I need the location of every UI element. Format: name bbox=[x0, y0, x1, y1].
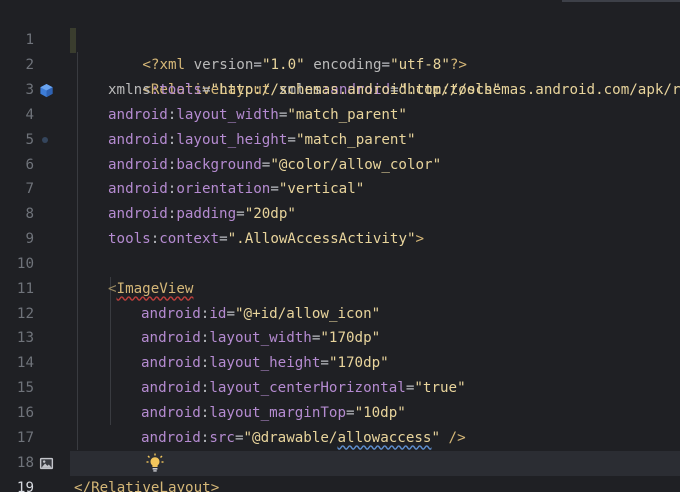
tag-close-bracket: > bbox=[210, 479, 220, 492]
code-line-6[interactable]: android:background="@color/allow_color" bbox=[70, 128, 680, 173]
code-line-17[interactable]: android:src="@drawable/allowaccess" /> bbox=[70, 401, 680, 446]
gutter-row[interactable]: 18 bbox=[0, 426, 70, 471]
gutter-row[interactable]: 15 bbox=[0, 351, 70, 396]
code-line-7[interactable]: android:orientation="vertical" bbox=[70, 152, 680, 197]
code-line-18[interactable] bbox=[70, 426, 680, 472]
code-line-3[interactable]: xmlns:tools="http://schemas.android.com/… bbox=[70, 53, 680, 98]
gutter-row[interactable]: 12 bbox=[0, 277, 70, 322]
gutter-row[interactable]: 16 bbox=[0, 376, 70, 421]
code-line-1[interactable]: <?xml version="1.0" encoding="utf-8"?> bbox=[70, 3, 680, 73]
component-cube-icon[interactable] bbox=[39, 33, 54, 97]
code-line-9[interactable]: tools:context=".AllowAccessActivity"> bbox=[70, 202, 680, 247]
gutter-row[interactable]: 5 bbox=[0, 103, 70, 148]
code-line-16[interactable]: android:layout_marginTop="10dp" bbox=[70, 376, 680, 421]
line-number-current: 19 bbox=[16, 479, 34, 492]
code-line-19[interactable]: </RelativeLayout> bbox=[70, 451, 680, 492]
code-text-area[interactable]: <?xml version="1.0" encoding="utf-8"?> <… bbox=[70, 0, 680, 492]
gutter-row[interactable]: 10 bbox=[0, 227, 70, 272]
code-line-8[interactable]: android:padding="20dp" bbox=[70, 177, 680, 222]
editor-gutter[interactable]: 1 2 3 4 5 6 7 8 9 10 11 12 13 14 15 16 1… bbox=[0, 0, 70, 492]
code-line-2[interactable]: <RelativeLayout xmlns:android="http://sc… bbox=[70, 28, 680, 98]
code-line-4[interactable]: android:layout_width="match_parent" bbox=[70, 78, 680, 123]
gutter-row[interactable]: 3 bbox=[0, 53, 70, 98]
gutter-row[interactable]: 9 bbox=[0, 202, 70, 247]
code-line-14[interactable]: android:layout_height="170dp" bbox=[70, 326, 680, 371]
gutter-row[interactable]: 8 bbox=[0, 177, 70, 222]
gutter-row[interactable]: 6 bbox=[0, 128, 70, 173]
code-line-10[interactable] bbox=[70, 227, 680, 252]
code-line-5[interactable]: android:layout_height="match_parent" bbox=[70, 103, 680, 148]
lightbulb-intention-icon[interactable] bbox=[78, 428, 164, 472]
gutter-row[interactable]: 13 bbox=[0, 301, 70, 346]
gutter-row[interactable]: 7 bbox=[0, 152, 70, 197]
gutter-row[interactable]: 17 bbox=[0, 401, 70, 469]
code-line-11[interactable]: <ImageView bbox=[70, 252, 680, 297]
gutter-row[interactable]: 2 bbox=[0, 28, 70, 97]
gutter-row[interactable]: 4 bbox=[0, 78, 70, 123]
gutter-row-current[interactable]: 19 bbox=[0, 451, 70, 492]
gutter-row[interactable]: 11 bbox=[0, 252, 70, 297]
tag-close-open: </ bbox=[74, 479, 92, 492]
color-swatch-icon[interactable] bbox=[42, 137, 48, 143]
tag-name: RelativeLayout bbox=[91, 479, 211, 492]
code-line-13[interactable]: android:layout_width="170dp" bbox=[70, 301, 680, 346]
gutter-row[interactable]: 14 bbox=[0, 326, 70, 371]
gutter-row[interactable]: 1 bbox=[0, 3, 70, 48]
code-line-15[interactable]: android:layout_centerHorizontal="true" bbox=[70, 351, 680, 396]
code-line-12[interactable]: android:id="@+id/allow_icon" bbox=[70, 277, 680, 322]
image-preview-icon[interactable] bbox=[39, 406, 54, 469]
code-editor[interactable]: 1 2 3 4 5 6 7 8 9 10 11 12 13 14 15 16 1… bbox=[0, 0, 680, 492]
